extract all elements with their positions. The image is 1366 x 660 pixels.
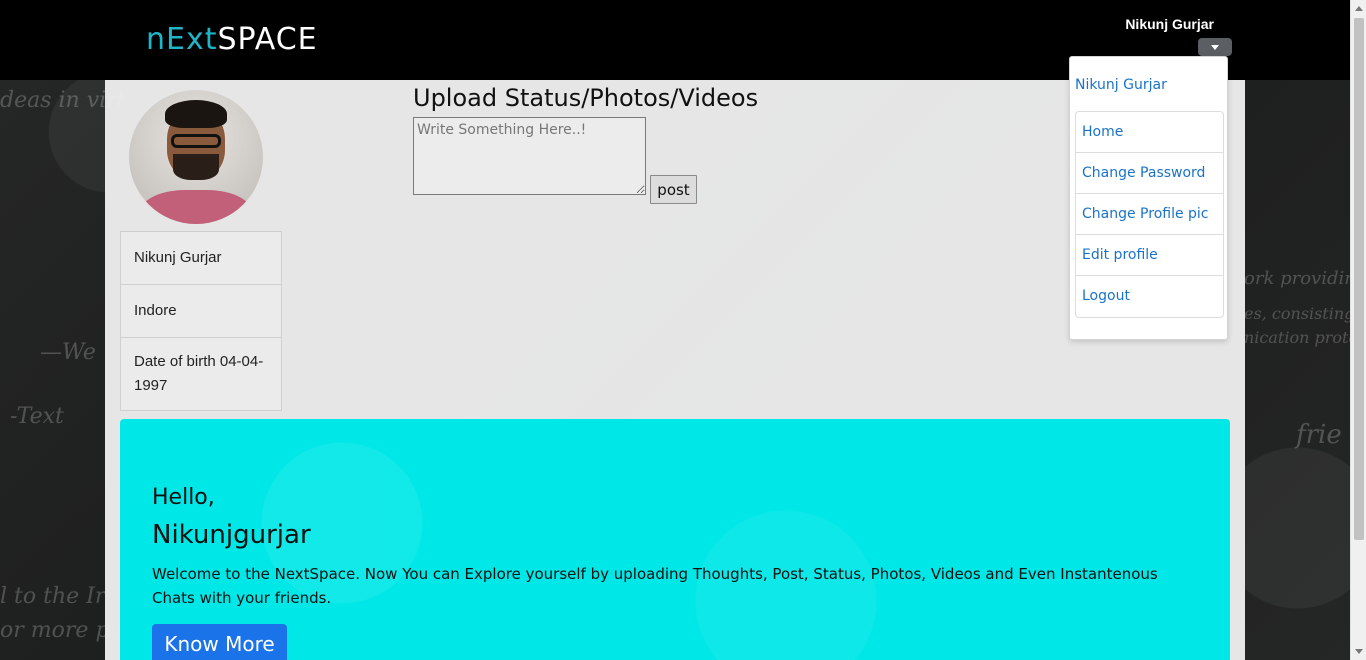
menu-item-change-password[interactable]: Change Password — [1076, 153, 1223, 194]
navbar-user-name: Nikunj Gurjar — [1125, 16, 1214, 32]
profile-info-list: Nikunj Gurjar Indore Date of birth 04-04… — [120, 231, 282, 411]
user-dropdown-toggle[interactable] — [1198, 38, 1232, 56]
hero-description: Welcome to the NextSpace. Now You can Ex… — [152, 565, 1158, 607]
user-dropdown-menu: Nikunj Gurjar Home Change Password Chang… — [1069, 56, 1228, 340]
status-input[interactable] — [413, 117, 646, 195]
background-scribble: ork providin — [1244, 268, 1356, 289]
caret-down-icon — [1211, 44, 1219, 50]
scrollbar-thumb[interactable] — [1354, 18, 1364, 540]
scroll-up-icon[interactable] — [1355, 6, 1363, 11]
welcome-jumbotron: Hello, Nikunjgurjar Welcome to the NextS… — [120, 419, 1230, 660]
nextspace-logo[interactable]: nExtSPACE — [146, 22, 318, 57]
scroll-down-icon[interactable] — [1355, 649, 1363, 654]
background-scribble: es, consisting — [1244, 304, 1355, 323]
menu-item-change-profile-pic[interactable]: Change Profile pic — [1076, 194, 1223, 235]
dropdown-user-name[interactable]: Nikunj Gurjar — [1075, 77, 1167, 93]
profile-name: Nikunj Gurjar — [121, 232, 281, 285]
menu-item-logout[interactable]: Logout — [1076, 276, 1223, 317]
post-button[interactable]: post — [650, 175, 697, 204]
background-scribble: nication proto — [1244, 328, 1359, 347]
know-more-button[interactable]: Know More — [152, 624, 287, 660]
menu-item-home[interactable]: Home — [1076, 112, 1223, 153]
menu-item-edit-profile[interactable]: Edit profile — [1076, 235, 1223, 276]
hero-username: Nikunjgurjar — [152, 520, 311, 550]
profile-dob: Date of birth 04-04-1997 — [134, 353, 264, 394]
profile-avatar[interactable] — [129, 90, 263, 224]
background-scribble: l to the Ir — [0, 584, 106, 609]
dropdown-list: Home Change Password Change Profile pic … — [1075, 111, 1224, 318]
background-scribble: —We — [40, 340, 96, 365]
page-scrollbar[interactable] — [1350, 0, 1366, 660]
upload-title: Upload Status/Photos/Videos — [413, 84, 759, 112]
hero-greeting: Hello, — [152, 485, 215, 510]
profile-city: Indore — [121, 285, 281, 338]
background-scribble: frie — [1296, 420, 1342, 450]
background-scribble: -Text — [10, 404, 64, 429]
